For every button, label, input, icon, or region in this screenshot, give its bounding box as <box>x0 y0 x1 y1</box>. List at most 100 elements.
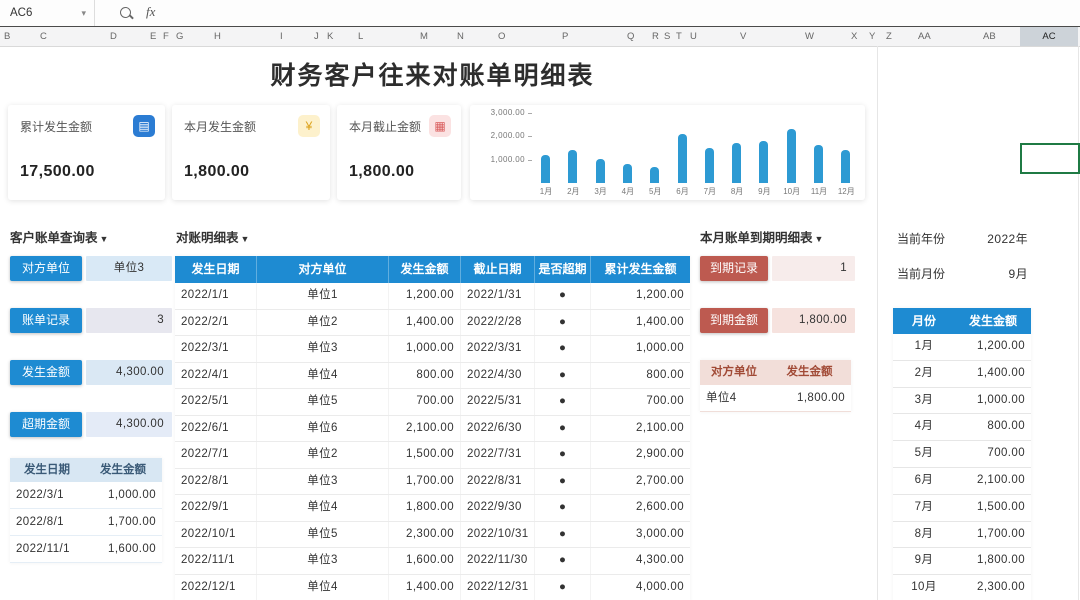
chevron-down-icon[interactable]: ▾ <box>81 0 86 26</box>
table-cell: 2022/8/1 <box>175 468 257 494</box>
due-detail-table: 对方单位 发生金额 单位4 1,800.00 <box>700 360 851 412</box>
query-panel-title[interactable]: 客户账单查询表 ▼ <box>10 227 108 246</box>
column-header-H[interactable]: H <box>214 27 221 46</box>
column-header-I[interactable]: I <box>280 27 283 46</box>
name-box[interactable]: AC6 ▾ <box>0 0 95 26</box>
table-cell: 单位3 <box>257 468 389 494</box>
table-cell: 6月 <box>914 473 934 486</box>
detail-panel-title[interactable]: 对账明细表 ▼ <box>176 227 249 246</box>
column-header-M[interactable]: M <box>420 27 428 46</box>
column-header-AC[interactable]: AC <box>1020 27 1078 46</box>
column-header-K[interactable]: K <box>327 27 333 46</box>
table-row: 2022/3/1 单位3 1,000.00 2022/3/31 ● 1,000.00 <box>175 336 690 363</box>
table-cell: 800.00 <box>646 368 684 381</box>
overdue-dot-icon: ● <box>535 415 591 441</box>
header-cell: 发生金额 <box>968 314 1017 328</box>
column-header-O[interactable]: O <box>498 27 505 46</box>
chart-bar <box>541 155 550 183</box>
table-cell: 2022/2/1 <box>175 309 257 335</box>
header-cell: 累计发生金额 <box>604 262 677 276</box>
overdue-dot-icon: ● <box>535 389 591 415</box>
x-axis-label: 4月 <box>621 187 635 196</box>
header-cell: 发生日期 <box>24 464 70 476</box>
table-header-row: 发生日期 发生金额 <box>10 458 162 482</box>
amount-button[interactable]: 发生金额 <box>10 360 82 385</box>
table-cell: 2022/2/28 <box>461 309 535 335</box>
overdue-dot-icon: ● <box>535 521 591 547</box>
column-header-E[interactable]: E <box>150 27 156 46</box>
table-row: 6月 2,100.00 <box>893 467 1031 495</box>
column-header-L[interactable]: L <box>358 27 363 46</box>
due-panel-title[interactable]: 本月账单到期明细表 ▼ <box>700 227 823 246</box>
table-cell: 2022/6/30 <box>461 415 535 441</box>
current-year-value: 2022年 <box>987 232 1028 246</box>
table-cell: 1,200.00 <box>636 289 684 301</box>
amount-button-value: 4,300.00 <box>86 360 172 385</box>
table-row: 2022/11/1 1,600.00 <box>10 536 162 563</box>
overdue-amount-button[interactable]: 超期金额 <box>10 412 82 437</box>
column-header-F[interactable]: F <box>163 27 169 46</box>
table-cell: 1,000.00 <box>389 336 461 362</box>
column-header-S[interactable]: S <box>664 27 670 46</box>
column-header-D[interactable]: D <box>110 27 117 46</box>
table-row: 2022/9/1 单位4 1,800.00 2022/9/30 ● 2,600.00 <box>175 495 690 522</box>
column-header-Q[interactable]: Q <box>627 27 634 46</box>
table-cell: 单位1 <box>257 283 389 309</box>
counterparty-button[interactable]: 对方单位 <box>10 256 82 281</box>
column-header-V[interactable]: V <box>740 27 746 46</box>
kpi-value: 17,500.00 <box>20 163 95 180</box>
table-cell: 2022/8/31 <box>461 468 535 494</box>
table-cell: 800.00 <box>389 362 461 388</box>
query-result-table: 发生日期 发生金额 2022/3/1 1,000.00 2022/8/1 1,700.00… <box>10 458 162 563</box>
due-amount-button[interactable]: 到期金额 <box>700 308 768 333</box>
overdue-dot-icon: ● <box>535 548 591 574</box>
column-header-AA[interactable]: AA <box>918 27 931 46</box>
bar-chart: 3,000.00 2,000.00 1,000.00 1月 2月 3月 4月 5月 6月 7月 8月… <box>470 105 865 200</box>
column-header-Y[interactable]: Y <box>869 27 875 46</box>
dropdown-arrow-icon[interactable]: ▼ <box>815 234 824 244</box>
name-box-value: AC6 <box>10 7 33 19</box>
table-row: 7月 1,500.00 <box>893 494 1031 522</box>
table-cell: 1,000.00 <box>977 393 1025 406</box>
table-cell: 2,600.00 <box>636 501 684 513</box>
selected-cell[interactable] <box>1020 143 1080 174</box>
table-row: 2022/1/1 单位1 1,200.00 2022/1/31 ● 1,200.00 <box>175 283 690 310</box>
table-row: 2022/8/1 单位3 1,700.00 2022/8/31 ● 2,700.00 <box>175 468 690 495</box>
table-cell: 2022/3/1 <box>175 336 257 362</box>
column-header-C[interactable]: C <box>40 27 47 46</box>
overdue-dot-icon: ● <box>535 362 591 388</box>
column-header-N[interactable]: N <box>457 27 464 46</box>
table-cell: 2022/4/1 <box>175 362 257 388</box>
overdue-dot-icon: ● <box>535 442 591 468</box>
zoom-icon[interactable] <box>120 7 131 18</box>
header-cell: 截止日期 <box>461 256 535 283</box>
column-header-W[interactable]: W <box>805 27 814 46</box>
x-axis-label: 9月 <box>758 187 771 196</box>
column-header-U[interactable]: U <box>690 27 697 46</box>
table-cell: 2,700.00 <box>636 474 684 487</box>
y-axis-label: 1,000.00 <box>490 154 525 164</box>
column-header-G[interactable]: G <box>176 27 183 46</box>
column-header-J[interactable]: J <box>314 27 319 46</box>
kpi-card: 本月发生金额 ¥1,800.00 <box>172 105 330 200</box>
counterparty-button-value: 单位3 <box>86 256 172 281</box>
header-cell: 对方单位 <box>711 366 757 378</box>
record-count-button[interactable]: 账单记录 <box>10 308 82 333</box>
wallet-icon: ▤ <box>133 115 155 137</box>
table-cell: 2022/8/1 <box>16 516 64 528</box>
column-header-X[interactable]: X <box>851 27 857 46</box>
fx-icon[interactable]: fx <box>146 4 155 20</box>
due-records-button[interactable]: 到期记录 <box>700 256 768 281</box>
dropdown-arrow-icon[interactable]: ▼ <box>100 234 109 244</box>
table-cell: 2022/5/31 <box>461 389 535 415</box>
table-cell: 1,400.00 <box>389 309 461 335</box>
dropdown-arrow-icon[interactable]: ▼ <box>241 234 250 244</box>
column-header-P[interactable]: P <box>562 27 568 46</box>
column-header-B[interactable]: B <box>4 27 10 46</box>
column-header-T[interactable]: T <box>676 27 682 46</box>
table-row: 3月 1,000.00 <box>893 387 1031 415</box>
column-header-AB[interactable]: AB <box>983 27 996 46</box>
overdue-dot-icon: ● <box>535 283 591 309</box>
column-header-Z[interactable]: Z <box>886 27 892 46</box>
column-header-R[interactable]: R <box>652 27 659 46</box>
